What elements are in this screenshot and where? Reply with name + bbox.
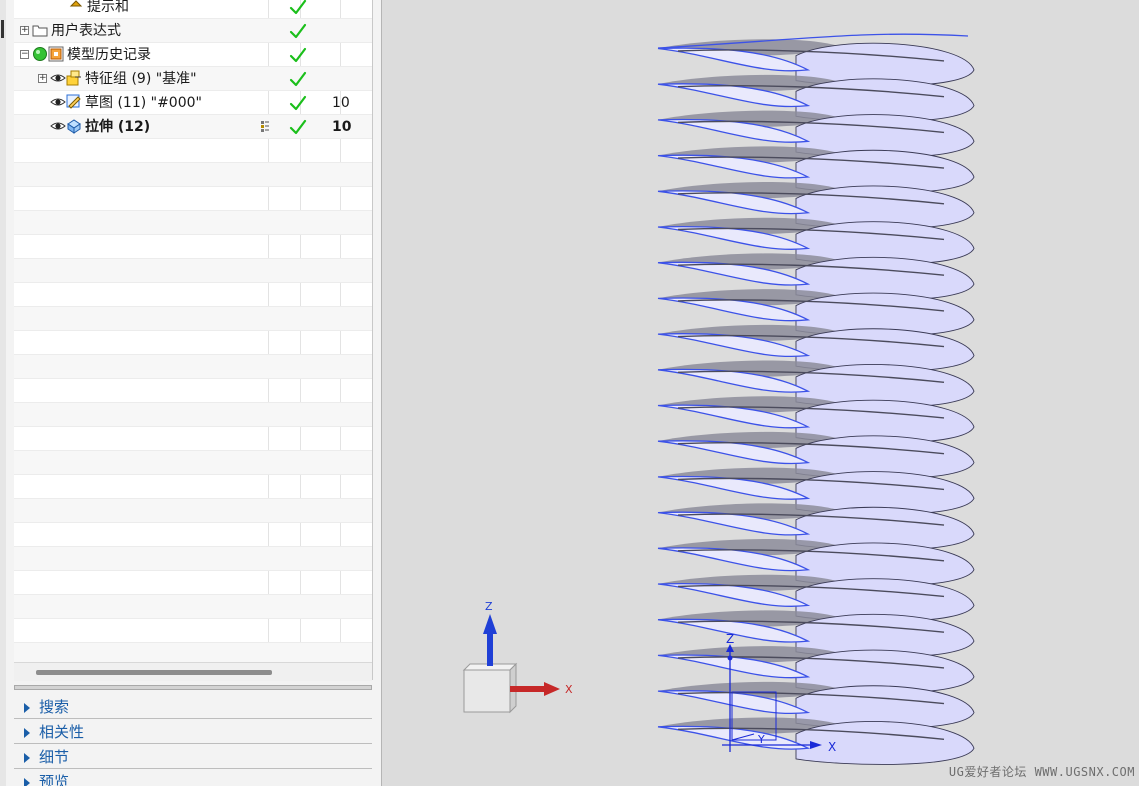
expand-icon[interactable]: + xyxy=(38,74,47,83)
empty-tree-row xyxy=(14,283,372,307)
checkmark-icon xyxy=(289,46,307,64)
empty-tree-row xyxy=(14,619,372,643)
checkmark-icon xyxy=(289,0,307,16)
scrollbar-thumb[interactable] xyxy=(36,670,272,675)
empty-tree-row xyxy=(14,595,372,619)
status-green-icon[interactable] xyxy=(32,46,48,62)
tree-node-label: 特征组 (9) "基准" xyxy=(85,71,197,87)
expand-arrow-icon xyxy=(24,728,30,738)
empty-tree-row xyxy=(14,163,372,187)
sketch-icon xyxy=(66,94,82,110)
eye-icon[interactable] xyxy=(50,118,66,134)
datum-csys xyxy=(722,644,822,752)
empty-tree-row xyxy=(14,211,372,235)
feature-dependency-icon xyxy=(260,120,270,134)
view-triad: Z X Z X Y xyxy=(462,600,836,754)
graphics-viewport[interactable]: Z X Z X Y UG爱好者论坛 WWW.UGSNX.COM xyxy=(382,0,1139,786)
tree-node[interactable]: − 模型历史记录 xyxy=(14,43,372,67)
panel-dependencies[interactable]: 相关性 xyxy=(14,720,372,744)
empty-tree-row xyxy=(14,307,372,331)
tree-node-label: 提示和 xyxy=(87,0,129,15)
eye-icon[interactable] xyxy=(50,70,66,86)
eye-icon[interactable] xyxy=(50,94,66,110)
expand-arrow-icon xyxy=(24,753,30,763)
empty-tree-row xyxy=(14,523,372,547)
empty-tree-row xyxy=(14,571,372,595)
empty-tree-row xyxy=(14,187,372,211)
resize-grip[interactable] xyxy=(1,20,4,38)
empty-tree-row xyxy=(14,259,372,283)
csys-z-label: Z xyxy=(726,632,734,646)
empty-tree-row xyxy=(14,379,372,403)
expand-icon[interactable]: + xyxy=(20,26,29,35)
tree-node-label: 拉伸 (12) xyxy=(85,119,151,135)
empty-tree-row xyxy=(14,139,372,163)
checkmark-icon xyxy=(289,22,307,40)
tree-node-label: 草图 (11) "#000" xyxy=(85,95,202,111)
panel-label: 预览 xyxy=(39,773,70,786)
triad-x-axis-arrow xyxy=(510,682,560,696)
part-navigator-tree: 提示和 + 用户表达式 − 模型历史记录 + 特征组 (9) "基准" 草图 (11) "#0… xyxy=(14,0,373,680)
csys-x-label: X xyxy=(828,740,836,754)
triad-z-label: Z xyxy=(485,600,493,613)
view-triad-cube xyxy=(462,662,518,714)
triad-x-label: X xyxy=(565,683,573,696)
datum-icon xyxy=(68,0,84,14)
part-navigator: 提示和 + 用户表达式 − 模型历史记录 + 特征组 (9) "基准" 草图 (11) "#0… xyxy=(6,0,382,786)
checkmark-icon xyxy=(289,94,307,112)
tree-node[interactable]: 草图 (11) "#000" 10 xyxy=(14,91,372,115)
horizontal-scrollbar[interactable] xyxy=(14,662,372,681)
empty-tree-row xyxy=(14,403,372,427)
checkmark-icon xyxy=(289,70,307,88)
extrude-icon xyxy=(66,118,82,134)
tree-node[interactable]: 提示和 xyxy=(14,0,372,19)
empty-tree-row xyxy=(14,547,372,571)
timestamp-value: 10 xyxy=(332,119,352,135)
panel-preview[interactable]: 预览 xyxy=(14,770,372,786)
collapse-icon[interactable]: − xyxy=(20,50,29,59)
empty-tree-row xyxy=(14,331,372,355)
history-icon xyxy=(48,46,64,62)
feature-group-icon xyxy=(66,70,82,86)
empty-tree-row xyxy=(14,235,372,259)
checkmark-icon xyxy=(289,118,307,136)
tree-node-label: 用户表达式 xyxy=(51,23,121,39)
panel-label: 搜索 xyxy=(39,698,70,716)
panel-splitter[interactable] xyxy=(14,685,372,690)
expand-arrow-icon xyxy=(24,778,30,786)
watermark-text: UG爱好者论坛 WWW.UGSNX.COM xyxy=(948,765,1135,779)
panel-label: 相关性 xyxy=(39,723,85,741)
panel-label: 细节 xyxy=(39,748,70,766)
empty-tree-row xyxy=(14,475,372,499)
empty-tree-row xyxy=(14,355,372,379)
panel-details[interactable]: 细节 xyxy=(14,745,372,769)
empty-tree-row xyxy=(14,499,372,523)
panel-search[interactable]: 搜索 xyxy=(14,695,372,719)
tree-node[interactable]: 拉伸 (12) 10 xyxy=(14,115,372,139)
folder-icon xyxy=(32,22,48,38)
tree-node-label: 模型历史记录 xyxy=(67,47,151,63)
expand-arrow-icon xyxy=(24,703,30,713)
csys-y-label: Y xyxy=(757,733,765,746)
empty-tree-row xyxy=(14,451,372,475)
timestamp-value: 10 xyxy=(332,95,350,111)
tree-node[interactable]: + 特征组 (9) "基准" xyxy=(14,67,372,91)
tree-node[interactable]: + 用户表达式 xyxy=(14,19,372,43)
empty-tree-row xyxy=(14,427,372,451)
triad-z-axis-arrow xyxy=(483,614,497,666)
